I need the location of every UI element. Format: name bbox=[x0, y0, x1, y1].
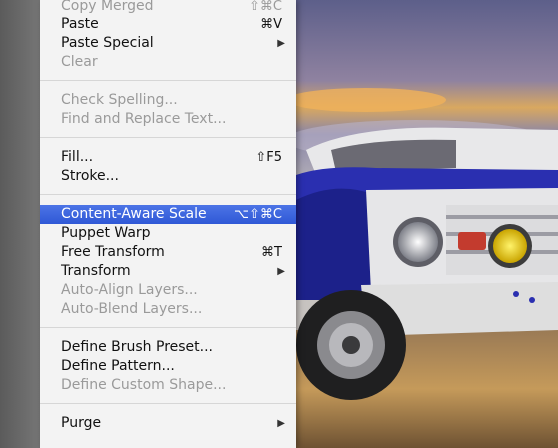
menu-item-label: Auto-Align Layers... bbox=[61, 282, 198, 298]
menu-item-shortcut: ⌥⇧⌘C bbox=[234, 207, 282, 222]
menu-item-label: Paste Special bbox=[61, 35, 154, 51]
menu-item-content-aware-scale[interactable]: Content-Aware Scale ⌥⇧⌘C bbox=[40, 205, 296, 224]
menu-item-paste-special[interactable]: Paste Special ▶ bbox=[40, 34, 296, 53]
menu-separator bbox=[40, 403, 296, 404]
menu-item-label: Auto-Blend Layers... bbox=[61, 301, 203, 317]
menu-item-label: Clear bbox=[61, 54, 98, 70]
menu-item-label: Define Custom Shape... bbox=[61, 377, 227, 393]
menu-item-label: Define Pattern... bbox=[61, 358, 175, 374]
menu-item-paste[interactable]: Paste ⌘V bbox=[40, 15, 296, 34]
menu-item-label: Transform bbox=[61, 263, 131, 279]
menu-item-label: Copy Merged bbox=[61, 0, 154, 14]
menu-separator bbox=[40, 137, 296, 138]
menu-item-puppet-warp[interactable]: Puppet Warp bbox=[40, 224, 296, 243]
menu-item-find-replace[interactable]: Find and Replace Text... bbox=[40, 110, 296, 129]
menu-item-clear[interactable]: Clear bbox=[40, 53, 296, 72]
menu-item-label: Puppet Warp bbox=[61, 225, 151, 241]
menu-item-define-custom-shape[interactable]: Define Custom Shape... bbox=[40, 376, 296, 395]
menu-item-shortcut: ⌘V bbox=[260, 17, 282, 32]
menu-item-transform[interactable]: Transform ▶ bbox=[40, 262, 296, 281]
menu-item-auto-align-layers[interactable]: Auto-Align Layers... bbox=[40, 281, 296, 300]
menu-item-define-brush-preset[interactable]: Define Brush Preset... bbox=[40, 338, 296, 357]
menu-separator bbox=[40, 80, 296, 81]
menu-item-label: Stroke... bbox=[61, 168, 119, 184]
menu-item-label: Fill... bbox=[61, 149, 94, 165]
menu-item-fill[interactable]: Fill... ⇧F5 bbox=[40, 148, 296, 167]
menu-item-auto-blend-layers[interactable]: Auto-Blend Layers... bbox=[40, 300, 296, 319]
menu-item-shortcut: ⌘T bbox=[261, 245, 282, 260]
menu-item-copy-merged[interactable]: Copy Merged ⇧⌘C bbox=[40, 0, 296, 16]
menu-item-label: Define Brush Preset... bbox=[61, 339, 214, 355]
truck-photo bbox=[296, 0, 558, 448]
menu-item-free-transform[interactable]: Free Transform ⌘T bbox=[40, 243, 296, 262]
menu-item-shortcut: ⇧F5 bbox=[255, 150, 282, 165]
menu-item-label: Free Transform bbox=[61, 244, 165, 260]
menu-item-label: Content-Aware Scale bbox=[61, 206, 207, 222]
menu-separator bbox=[40, 194, 296, 195]
submenu-arrow-icon: ▶ bbox=[277, 38, 285, 49]
menu-item-label: Find and Replace Text... bbox=[61, 111, 227, 127]
menu-item-label: Purge bbox=[61, 415, 102, 431]
menu-item-check-spelling[interactable]: Check Spelling... bbox=[40, 91, 296, 110]
menu-separator bbox=[40, 327, 296, 328]
menu-item-label: Paste bbox=[61, 16, 99, 32]
submenu-arrow-icon: ▶ bbox=[277, 266, 285, 277]
submenu-arrow-icon: ▶ bbox=[277, 418, 285, 429]
menu-item-shortcut: ⇧⌘C bbox=[249, 0, 282, 14]
menu-item-label: Check Spelling... bbox=[61, 92, 178, 108]
menu-item-purge[interactable]: Purge ▶ bbox=[40, 414, 296, 433]
edit-menu: Copy Merged ⇧⌘C Paste ⌘V Paste Special ▶… bbox=[40, 0, 296, 448]
menu-item-stroke[interactable]: Stroke... bbox=[40, 167, 296, 186]
menu-item-define-pattern[interactable]: Define Pattern... bbox=[40, 357, 296, 376]
